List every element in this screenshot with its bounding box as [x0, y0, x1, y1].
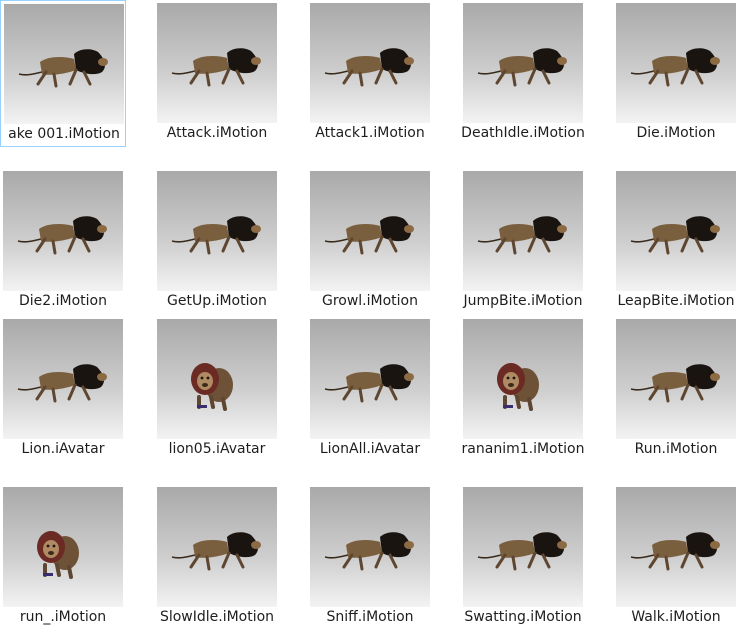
file-item[interactable]: lion05.iAvatar [154, 316, 280, 463]
file-item[interactable]: DeathIdle.iMotion [460, 0, 586, 167]
lion-front-thumbnail [463, 319, 583, 439]
file-item[interactable]: Die2.iMotion [0, 168, 126, 315]
lion-walking-thumbnail [310, 319, 430, 439]
file-name-label: rananim1.iMotion [461, 441, 585, 457]
file-name-label: DeathIdle.iMotion [461, 125, 585, 141]
lion-walking-thumbnail [616, 487, 736, 607]
file-name-label: Attack.iMotion [166, 125, 268, 141]
file-name-label: LionAll.iAvatar [319, 441, 421, 457]
lion-walking-thumbnail [157, 171, 277, 291]
file-item[interactable]: JumpBite.iMotion [460, 168, 586, 315]
file-item[interactable]: Swatting.iMotion [460, 484, 586, 629]
file-name-label: Lion.iAvatar [21, 441, 105, 457]
file-grid: ake 001.iMotion Attack.iMotion Attack1.i… [0, 0, 741, 629]
lion-walking-thumbnail [3, 319, 123, 439]
file-item[interactable]: Attack1.iMotion [307, 0, 433, 147]
file-name-label: ake 001.iMotion [8, 126, 120, 142]
lion-walking-thumbnail [616, 171, 736, 291]
file-item[interactable]: run_.iMotion [0, 484, 126, 629]
lion-walking-thumbnail [463, 171, 583, 291]
file-item[interactable]: Walk.iMotion [613, 484, 739, 629]
file-item[interactable]: GetUp.iMotion [154, 168, 280, 315]
lion-walking-thumbnail [463, 3, 583, 123]
file-item[interactable]: Growl.iMotion [307, 168, 433, 315]
file-name-label: Growl.iMotion [321, 293, 418, 309]
file-item[interactable]: Lion.iAvatar [0, 316, 126, 463]
lion-walking-thumbnail [463, 487, 583, 607]
lion-front-thumbnail [3, 487, 123, 607]
lion-walking-thumbnail [4, 4, 124, 124]
lion-walking-thumbnail [310, 3, 430, 123]
file-name-label: Sniff.iMotion [326, 609, 414, 625]
file-item[interactable]: Sniff.iMotion [307, 484, 433, 629]
file-item[interactable]: LionAll.iAvatar [307, 316, 433, 463]
file-item[interactable]: Attack.iMotion [154, 0, 280, 147]
lion-walking-thumbnail [310, 487, 430, 607]
lion-walking-thumbnail [310, 171, 430, 291]
file-name-label: Die.iMotion [636, 125, 716, 141]
file-name-label: Swatting.iMotion [464, 609, 582, 625]
file-name-label: SlowIdle.iMotion [159, 609, 275, 625]
file-item[interactable]: ake 001.iMotion [0, 0, 126, 147]
file-name-label: GetUp.iMotion [167, 293, 267, 309]
file-name-label: lion05.iAvatar [168, 441, 266, 457]
file-item[interactable]: LeapBite.iMotion [613, 168, 739, 315]
file-name-label: run_.iMotion [19, 609, 107, 625]
file-item[interactable]: Run.iMotion [613, 316, 739, 463]
lion-walking-thumbnail [616, 3, 736, 123]
file-item[interactable]: SlowIdle.iMotion [154, 484, 280, 629]
lion-walking-thumbnail [616, 319, 736, 439]
file-name-label: LeapBite.iMotion [617, 293, 735, 309]
lion-walking-thumbnail [157, 3, 277, 123]
file-name-label: JumpBite.iMotion [463, 293, 583, 309]
file-name-label: Die2.iMotion [19, 293, 107, 309]
file-item[interactable]: Die.iMotion [613, 0, 739, 147]
file-name-label: Run.iMotion [634, 441, 718, 457]
lion-walking-thumbnail [157, 487, 277, 607]
file-item[interactable]: rananim1.iMotion [460, 316, 586, 483]
file-name-label: Walk.iMotion [631, 609, 721, 625]
file-name-label: Attack1.iMotion [315, 125, 425, 141]
lion-walking-thumbnail [3, 171, 123, 291]
lion-front-thumbnail [157, 319, 277, 439]
